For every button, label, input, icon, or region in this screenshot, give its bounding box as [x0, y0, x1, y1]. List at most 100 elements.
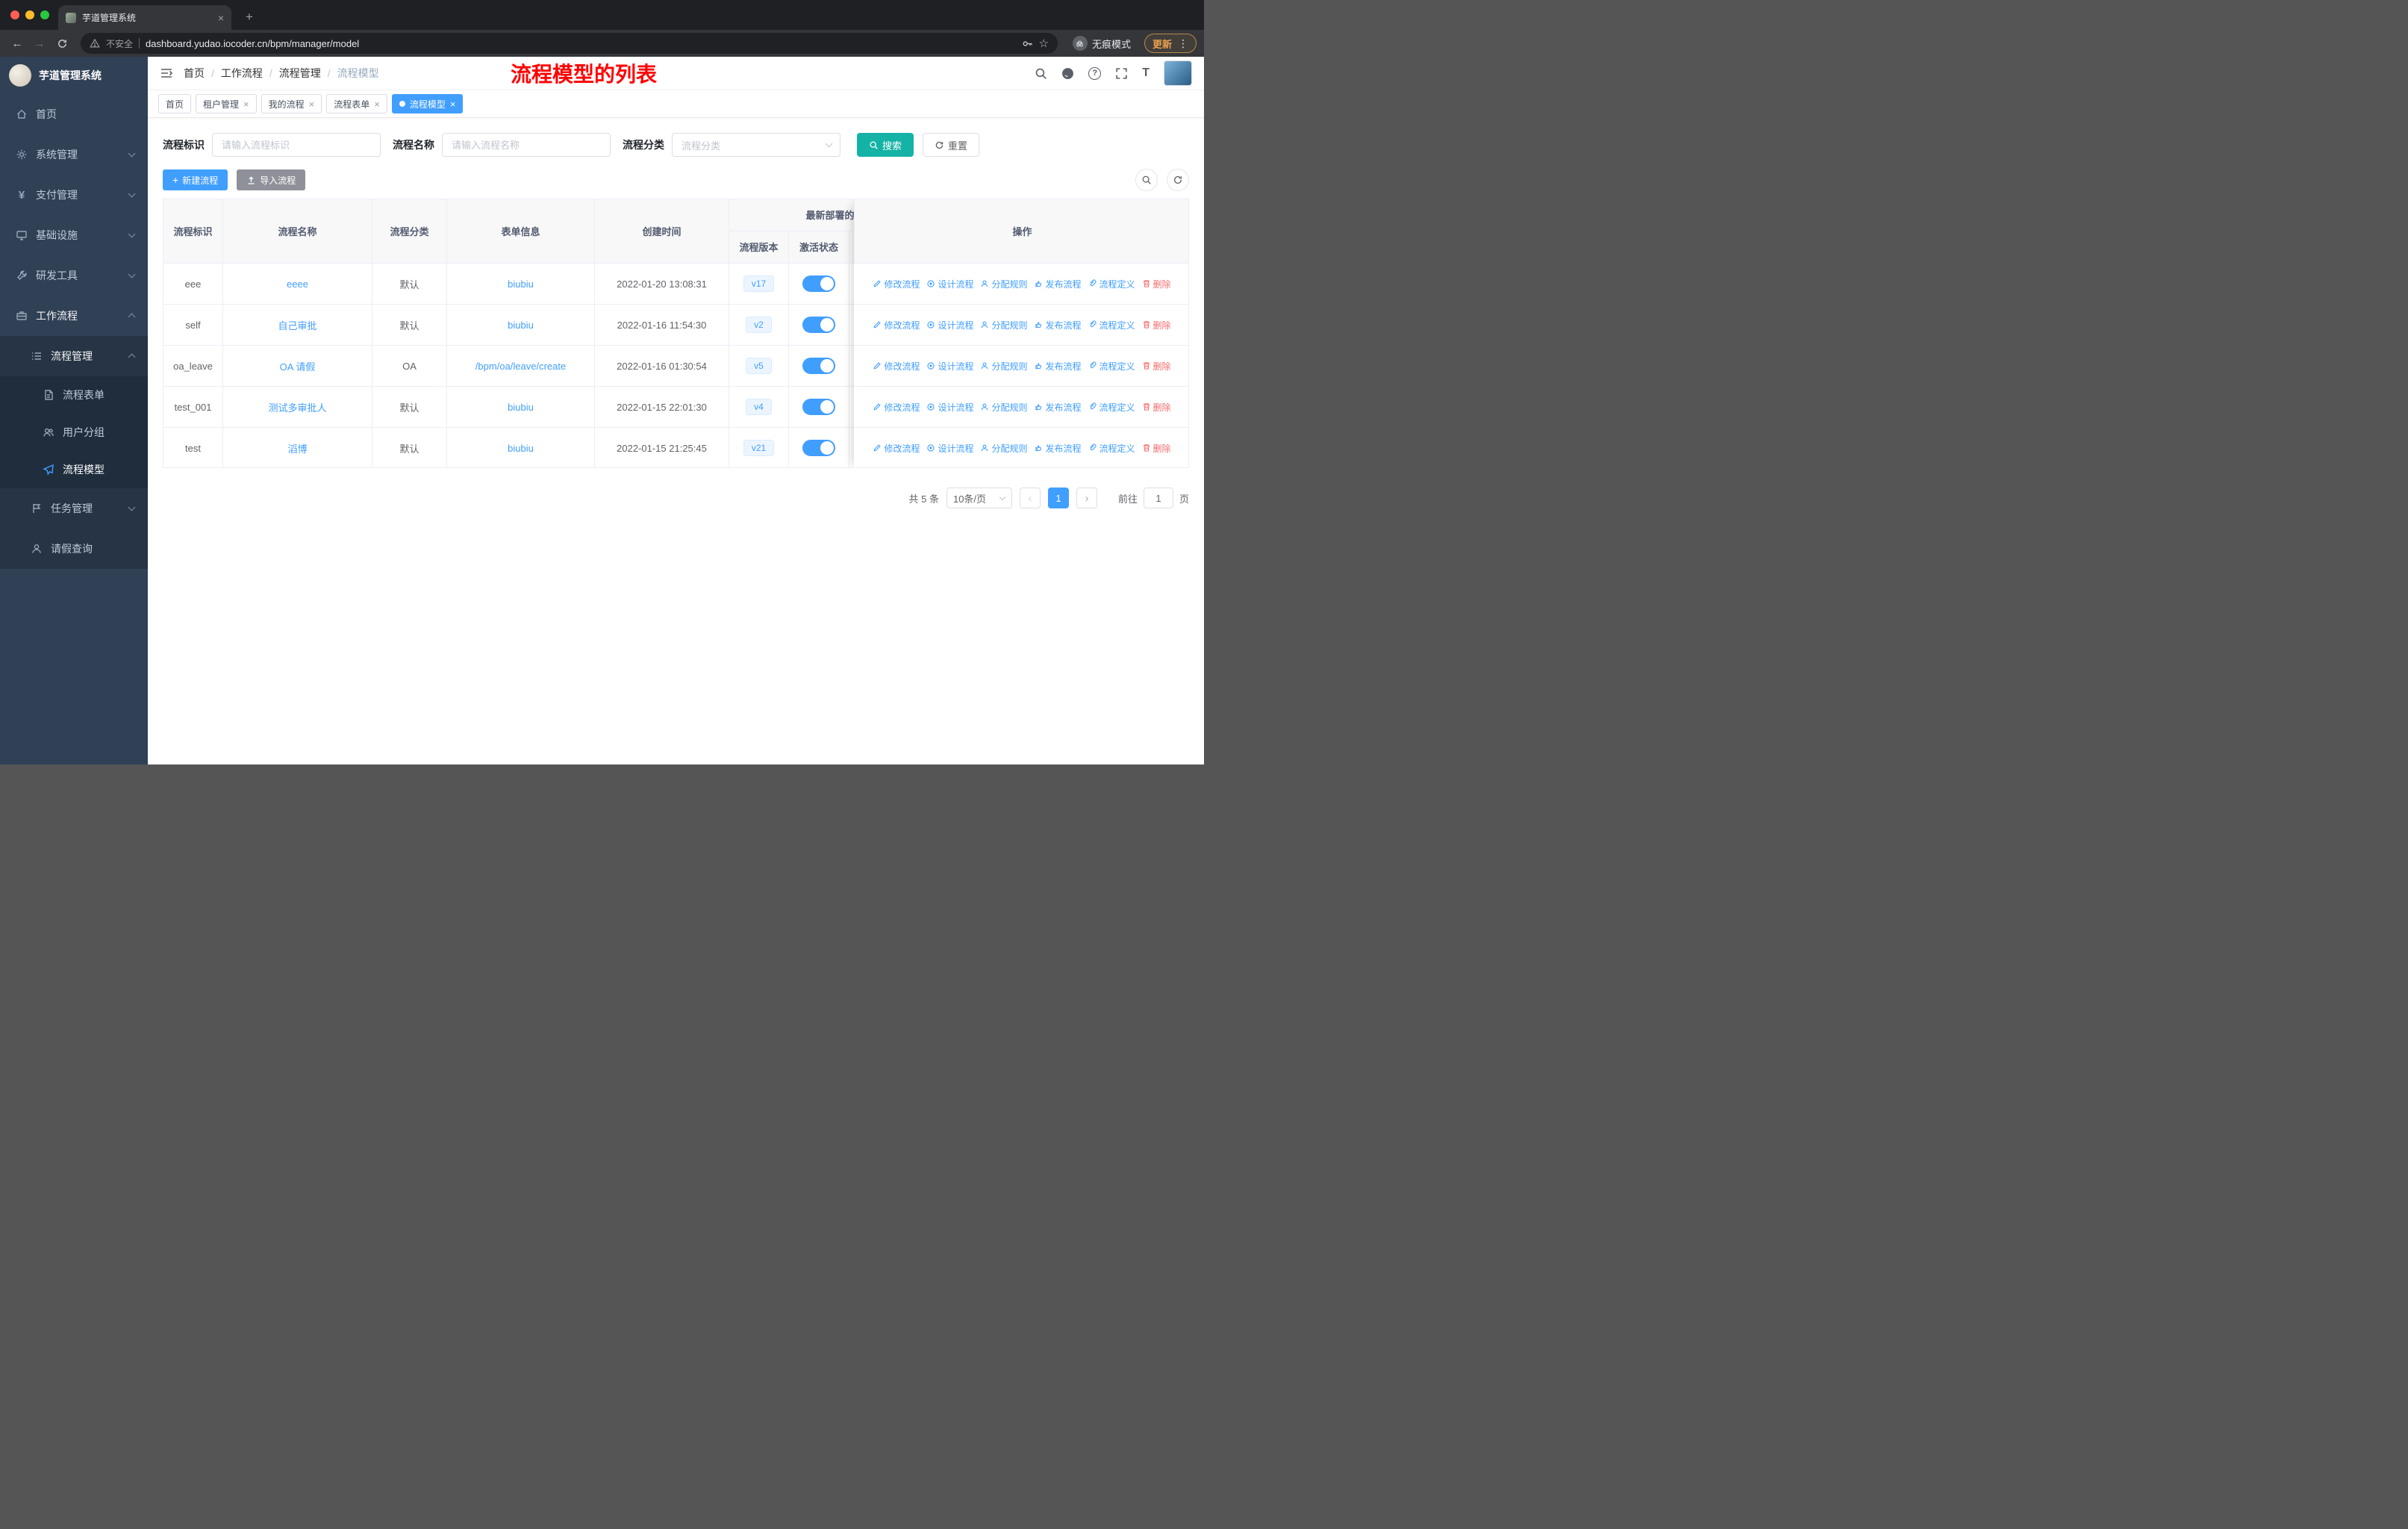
refresh-table-button[interactable] — [1167, 169, 1189, 191]
password-key-icon[interactable] — [1022, 38, 1033, 49]
assign-rule-link[interactable]: 分配规则 — [980, 360, 1028, 373]
hamburger-icon[interactable] — [160, 67, 173, 79]
security-label[interactable]: 不安全 — [106, 37, 133, 50]
browser-tab[interactable]: 芋道管理系统 × — [58, 5, 231, 30]
page-size-select[interactable]: 10条/页 — [946, 488, 1012, 508]
publish-process-link[interactable]: 发布流程 — [1035, 442, 1082, 455]
browser-menu-icon[interactable]: ⋮ — [1178, 37, 1188, 50]
sidebar-item-task-manage[interactable]: 任务管理 — [0, 488, 148, 529]
url-text[interactable]: dashboard.yudao.iocoder.cn/bpm/manager/m… — [146, 38, 1016, 49]
tag-process-model[interactable]: 流程模型 × — [391, 94, 464, 113]
search-button[interactable]: 搜索 — [857, 133, 914, 157]
goto-page-input[interactable] — [1143, 488, 1173, 508]
new-tab-button[interactable]: + — [240, 8, 258, 26]
process-name-link[interactable]: eeee — [287, 278, 308, 290]
minimize-window-button[interactable] — [25, 10, 34, 19]
form-info-link[interactable]: /bpm/oa/leave/create — [475, 361, 566, 372]
active-toggle[interactable] — [802, 399, 835, 415]
tag-close-icon[interactable]: × — [450, 99, 456, 109]
process-name-input[interactable] — [442, 133, 611, 157]
next-page-button[interactable]: › — [1076, 488, 1097, 508]
edit-process-link[interactable]: 修改流程 — [873, 442, 920, 455]
design-process-link[interactable]: 设计流程 — [926, 360, 973, 373]
process-name-link[interactable]: OA 请假 — [280, 359, 316, 373]
breadcrumb-item[interactable]: 工作流程 — [221, 66, 263, 81]
sidebar-item-process-form[interactable]: 流程表单 — [0, 376, 148, 414]
process-name-link[interactable]: 自己审批 — [278, 318, 316, 332]
breadcrumb-item[interactable]: 流程管理 — [279, 66, 321, 81]
sidebar-item-user-group[interactable]: 用户分组 — [0, 414, 148, 451]
back-button[interactable]: ← — [7, 34, 27, 53]
sidebar-item-payment[interactable]: ¥ 支付管理 — [0, 175, 148, 215]
sidebar-item-process-model[interactable]: 流程模型 — [0, 451, 148, 488]
sidebar-item-workflow[interactable]: 工作流程 — [0, 296, 148, 336]
publish-process-link[interactable]: 发布流程 — [1035, 360, 1082, 373]
fullscreen-icon[interactable] — [1115, 67, 1128, 80]
delete-process-link[interactable]: 删除 — [1142, 442, 1171, 455]
search-icon[interactable] — [1035, 67, 1047, 80]
process-name-link[interactable]: 测试多审批人 — [268, 400, 326, 414]
process-name-link[interactable]: 滔博 — [287, 441, 307, 455]
bookmark-star-icon[interactable]: ☆ — [1039, 37, 1049, 50]
form-info-link[interactable]: biubiu — [508, 402, 534, 413]
publish-process-link[interactable]: 发布流程 — [1035, 401, 1082, 414]
design-process-link[interactable]: 设计流程 — [926, 278, 973, 290]
process-definition-link[interactable]: 流程定义 — [1088, 442, 1135, 455]
sidebar-item-leave-query[interactable]: 请假查询 — [0, 529, 148, 569]
sidebar-item-process-manage[interactable]: 流程管理 — [0, 336, 148, 376]
process-definition-link[interactable]: 流程定义 — [1088, 360, 1135, 373]
user-avatar[interactable] — [1164, 60, 1192, 86]
delete-process-link[interactable]: 删除 — [1142, 319, 1171, 331]
process-id-input[interactable] — [212, 133, 381, 157]
form-info-link[interactable]: biubiu — [508, 278, 534, 290]
browser-update-button[interactable]: 更新 ⋮ — [1144, 34, 1197, 53]
breadcrumb-item[interactable]: 首页 — [184, 66, 205, 81]
close-window-button[interactable] — [10, 10, 19, 19]
github-icon[interactable] — [1061, 67, 1074, 80]
active-toggle[interactable] — [802, 317, 835, 333]
form-info-link[interactable]: biubiu — [508, 320, 534, 331]
process-definition-link[interactable]: 流程定义 — [1088, 278, 1135, 290]
prev-page-button[interactable]: ‹ — [1019, 488, 1041, 508]
reset-button[interactable]: 重置 — [923, 133, 980, 157]
url-bar[interactable]: 不安全 dashboard.yudao.iocoder.cn/bpm/manag… — [81, 33, 1058, 54]
help-icon[interactable]: ? — [1088, 66, 1102, 80]
tag-my-process[interactable]: 我的流程 × — [261, 94, 322, 113]
tag-close-icon[interactable]: × — [309, 99, 315, 109]
tag-close-icon[interactable]: × — [243, 99, 249, 109]
process-definition-link[interactable]: 流程定义 — [1088, 319, 1135, 331]
active-toggle[interactable] — [802, 275, 835, 292]
edit-process-link[interactable]: 修改流程 — [873, 319, 920, 331]
zoom-window-button[interactable] — [40, 10, 49, 19]
reload-button[interactable] — [52, 34, 72, 53]
forward-button[interactable]: → — [30, 34, 49, 53]
delete-process-link[interactable]: 删除 — [1142, 278, 1171, 290]
delete-process-link[interactable]: 删除 — [1142, 401, 1171, 414]
design-process-link[interactable]: 设计流程 — [926, 442, 973, 455]
edit-process-link[interactable]: 修改流程 — [873, 401, 920, 414]
sidebar-item-infrastructure[interactable]: 基础设施 — [0, 215, 148, 255]
sidebar-item-dashboard[interactable]: 首页 — [0, 94, 148, 134]
tag-process-form[interactable]: 流程表单 × — [326, 94, 387, 113]
tag-tenant-manage[interactable]: 租户管理 × — [196, 94, 257, 113]
edit-process-link[interactable]: 修改流程 — [873, 360, 920, 373]
font-size-icon[interactable]: T — [1142, 66, 1150, 80]
tag-close-icon[interactable]: × — [374, 99, 380, 109]
assign-rule-link[interactable]: 分配规则 — [980, 278, 1028, 290]
current-page-button[interactable]: 1 — [1047, 488, 1069, 508]
sidebar-item-system[interactable]: 系统管理 — [0, 134, 148, 175]
active-toggle[interactable] — [802, 440, 835, 456]
publish-process-link[interactable]: 发布流程 — [1035, 319, 1082, 331]
form-info-link[interactable]: biubiu — [508, 443, 534, 454]
assign-rule-link[interactable]: 分配规则 — [980, 442, 1028, 455]
toggle-search-button[interactable] — [1135, 169, 1158, 191]
import-process-button[interactable]: 导入流程 — [237, 169, 306, 190]
design-process-link[interactable]: 设计流程 — [926, 401, 973, 414]
delete-process-link[interactable]: 删除 — [1142, 360, 1171, 373]
tab-close-icon[interactable]: × — [218, 13, 224, 23]
process-definition-link[interactable]: 流程定义 — [1088, 401, 1135, 414]
active-toggle[interactable] — [802, 358, 835, 374]
sidebar-item-devtools[interactable]: 研发工具 — [0, 255, 148, 296]
sidebar-logo[interactable]: 芋道管理系统 — [0, 57, 148, 94]
publish-process-link[interactable]: 发布流程 — [1035, 278, 1082, 290]
